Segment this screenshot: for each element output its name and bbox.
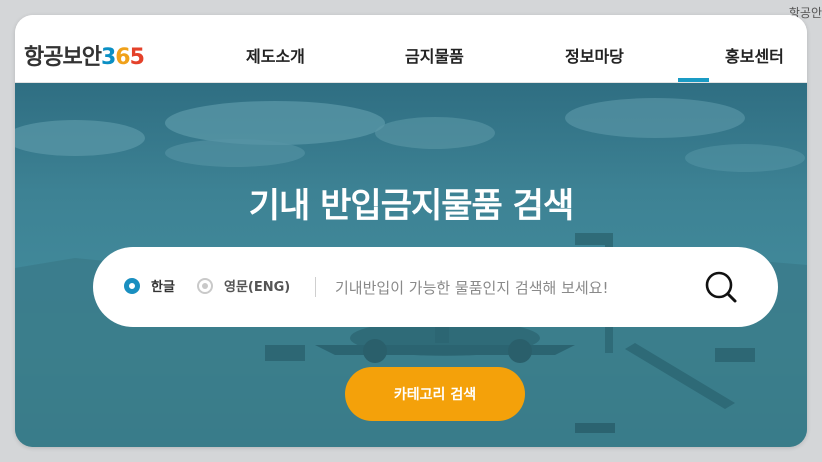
search-input[interactable] <box>333 271 717 305</box>
nav-active-indicator <box>678 78 709 82</box>
radio-english-label: 영문(ENG) <box>224 280 291 295</box>
logo-digit-6: 6 <box>115 45 130 70</box>
logo[interactable]: 항공보안365 <box>24 39 145 71</box>
hero-title: 기내 반입금지물품 검색 <box>248 186 574 226</box>
nav-item-prohibited-items[interactable]: 금지물품 <box>405 43 464 67</box>
search-divider <box>315 277 316 297</box>
search-icon[interactable] <box>701 267 741 307</box>
category-search-button[interactable]: 카테고리 검색 <box>345 367 525 421</box>
radio-korean[interactable]: 한글 <box>124 276 175 295</box>
hero-section: 기내 반입금지물품 검색 한글 영문(ENG) 카테고리 검색 <box>15 83 807 447</box>
search-bar: 한글 영문(ENG) <box>93 247 778 327</box>
radio-english[interactable]: 영문(ENG) <box>197 276 290 295</box>
radio-english-unselected-icon[interactable] <box>197 277 213 294</box>
nav-item-info-center[interactable]: 정보마당 <box>565 43 624 67</box>
page-card: 항공보안365 제도소개 금지물품 정보마당 홍보센터 기내 반입금지물품 검색… <box>15 15 807 447</box>
search-button[interactable] <box>701 267 741 307</box>
nav-item-system-intro[interactable]: 제도소개 <box>246 43 305 67</box>
logo-digit-5: 5 <box>129 45 145 70</box>
nav-item-pr-center[interactable]: 홍보센터 <box>725 43 784 67</box>
radio-korean-selected-icon[interactable] <box>124 277 140 294</box>
radio-korean-label: 한글 <box>151 280 175 295</box>
logo-digit-3: 3 <box>100 45 116 70</box>
header: 항공보안365 제도소개 금지물품 정보마당 홍보센터 <box>15 15 807 83</box>
logo-text: 항공보안 <box>24 45 102 70</box>
